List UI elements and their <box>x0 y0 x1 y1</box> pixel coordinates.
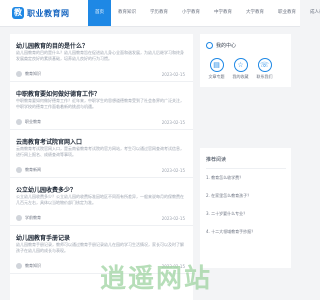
article-item[interactable]: 公立幼儿园收费多少？ 公立幼儿园收费多少？公立幼儿园的收费标准因地区不同而有所差… <box>10 178 193 226</box>
recommended-item[interactable]: 4. 十二大领域教育手抄报？ <box>206 229 255 235</box>
logo-text: 职业教育网 <box>27 8 70 18</box>
recommended-title: 推荐阅读 <box>206 157 227 163</box>
recommended-item[interactable]: 3. 二十岁要什么专业？ <box>206 211 247 217</box>
article-title[interactable]: 云南教育考试院官网入口 <box>16 137 82 146</box>
recommended-item[interactable]: 1. 教育怎么收学费？ <box>206 175 243 181</box>
article-date: 2023-02-15 <box>161 216 185 221</box>
nav-item-adult-education[interactable]: 成人教育 <box>303 0 320 26</box>
article-item[interactable]: 中职教育要如何做好德育工作？ 中职教育要如何做好德育工作？近年来，中职学生的思想… <box>10 82 193 130</box>
contact-button[interactable]: ☏ 联系我们 <box>256 58 273 80</box>
article-snippet: 中职教育要如何做好德育工作？近年来，中职学生的思想道德教育受到了社会各界的广泛关… <box>16 98 184 109</box>
user-center-buttons: ▤ 文章专题 ☆ 我的收藏 ☏ 联系我们 <box>208 58 273 80</box>
nav-item-primary-education[interactable]: 小学教育 <box>175 0 207 26</box>
top-navbar: 教 职业教育网 首页 教育知识 学历教育 小学教育 中学教育 大学教育 职业教育… <box>0 0 320 27</box>
article-title[interactable]: 公立幼儿园收费多少？ <box>16 185 76 194</box>
favorites-button-label: 我的收藏 <box>232 74 249 79</box>
watermark-text: 逍遥网站 <box>100 264 213 294</box>
article-date: 2023-02-15 <box>161 168 185 173</box>
nav-item-education-knowledge[interactable]: 教育知识 <box>111 0 143 26</box>
article-title[interactable]: 中职教育要如何做好德育工作？ <box>16 89 100 98</box>
phone-icon: ☏ <box>257 58 272 72</box>
user-center-title: 我的中心 <box>216 43 237 49</box>
article-author: 教育知识 <box>16 71 41 77</box>
nav-item-degree-education[interactable]: 学历教育 <box>143 0 175 26</box>
article-date: 2023-02-15 <box>161 120 185 125</box>
article-author: 教育知识 <box>16 263 41 269</box>
document-icon: ▤ <box>209 58 224 72</box>
article-snippet: 幼儿园教育手册记录，教师可以通过教育手册记录幼儿在园的学习生活情况，家长可以及时… <box>16 242 184 253</box>
article-author: 教育新闻 <box>16 167 41 173</box>
avatar <box>16 119 22 125</box>
article-snippet: 公立幼儿园收费多少？公立幼儿园的收费标准因地区不同而有所差异，一般来说每月的保教… <box>16 194 184 205</box>
article-author-name[interactable]: 教育新闻 <box>25 167 41 173</box>
article-item[interactable]: 云南教育考试院官网入口 云南教育考试院官网入口，是云南省教育考试院的官方网站，考… <box>10 130 193 178</box>
article-author: 学前教育 <box>16 215 41 221</box>
article-date: 2023-02-15 <box>161 72 185 77</box>
avatar <box>16 263 22 269</box>
site-logo[interactable]: 教 职业教育网 <box>12 7 70 19</box>
nav-item-home[interactable]: 首页 <box>88 0 111 26</box>
article-snippet: 幼儿园教育的目的是什么？幼儿园教育旨在促进幼儿身心全面和谐发展，为幼儿后继学习和… <box>16 50 184 61</box>
divider <box>206 168 286 169</box>
recommended-panel: 推荐阅读 1. 教育怎么收学费？ 2. 在家里怎么教育孩子？ 3. 二十岁要什么… <box>200 148 291 268</box>
nav-item-university-education[interactable]: 大学教育 <box>239 0 271 26</box>
user-center-header: 我的中心 <box>206 42 236 49</box>
contact-button-label: 联系我们 <box>256 74 273 79</box>
avatar <box>16 167 22 173</box>
recommended-item[interactable]: 2. 在家里怎么教育孩子？ <box>206 193 251 199</box>
logo-icon: 教 <box>12 7 24 19</box>
article-author-name[interactable]: 教育知识 <box>25 263 41 269</box>
nav-item-secondary-education[interactable]: 中学教育 <box>207 0 239 26</box>
topics-button-label: 文章专题 <box>208 74 225 79</box>
article-item[interactable]: 幼儿园教育的目的是什么？ 幼儿园教育的目的是什么？幼儿园教育旨在促进幼儿身心全面… <box>10 34 193 82</box>
topics-button[interactable]: ▤ 文章专题 <box>208 58 225 80</box>
article-title[interactable]: 幼儿园教育手册记录 <box>16 233 70 242</box>
article-author: 职业教育 <box>16 119 41 125</box>
star-icon: ☆ <box>233 58 248 72</box>
user-center-panel: 我的中心 ▤ 文章专题 ☆ 我的收藏 ☏ 联系我们 <box>200 34 291 87</box>
article-author-name[interactable]: 学前教育 <box>25 215 41 221</box>
article-author-name[interactable]: 职业教育 <box>25 119 41 125</box>
avatar <box>16 71 22 77</box>
favorites-button[interactable]: ☆ 我的收藏 <box>232 58 249 80</box>
nav-item-vocational-education[interactable]: 职业教育 <box>271 0 303 26</box>
user-icon <box>206 42 213 49</box>
main-nav: 首页 教育知识 学历教育 小学教育 中学教育 大学教育 职业教育 成人教育 <box>88 0 320 26</box>
avatar <box>16 215 22 221</box>
article-snippet: 云南教育考试院官网入口，是云南省教育考试院的官方网站，考生可以通过官网查询考试信… <box>16 146 184 157</box>
article-title[interactable]: 幼儿园教育的目的是什么？ <box>16 41 88 50</box>
article-author-name[interactable]: 教育知识 <box>25 71 41 77</box>
